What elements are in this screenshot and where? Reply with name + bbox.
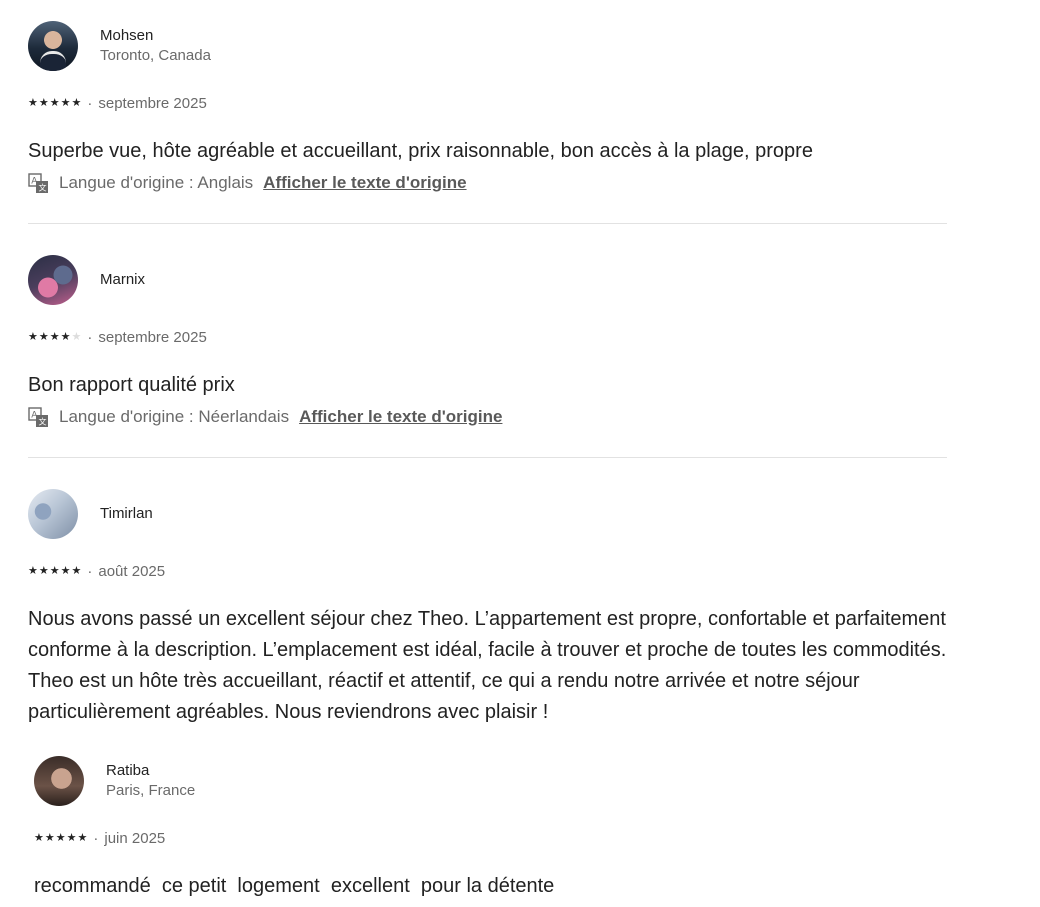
original-language-label: Langue d'origine : Néerlandais: [59, 407, 290, 426]
show-original-link[interactable]: Afficher le texte d'origine: [299, 407, 502, 427]
review-date: septembre 2025: [98, 328, 207, 346]
avatar[interactable]: [28, 489, 78, 539]
star-icon: ★: [60, 564, 71, 577]
separator-dot: ·: [87, 328, 93, 346]
star-icon: ★: [49, 96, 60, 109]
star-icon: ★: [60, 96, 71, 109]
avatar[interactable]: [28, 21, 78, 71]
reviewer-name[interactable]: Mohsen: [100, 26, 211, 46]
translate-icon: A 文: [28, 406, 48, 427]
review-meta: ★ ★ ★ ★ ★ · septembre 2025: [28, 93, 947, 113]
star-icon: ★: [28, 96, 38, 109]
star-icon: ★: [38, 330, 49, 343]
star-icon: ★: [66, 831, 77, 844]
review-text: Nous avons passé un excellent séjour che…: [28, 608, 947, 723]
review-text: Superbe vue, hôte agréable et accueillan…: [28, 140, 813, 162]
star-icon: ★: [44, 831, 55, 844]
rating-stars: ★ ★ ★ ★ ★: [34, 831, 88, 844]
review-date: juin 2025: [104, 829, 166, 847]
svg-text:文: 文: [39, 416, 47, 426]
review-item: Marnix ★ ★ ★ ★ ★ · septembre 2025 Bon rappor…: [28, 254, 947, 429]
star-icon: ★: [34, 831, 44, 844]
star-icon: ★: [77, 831, 88, 844]
review-date: août 2025: [98, 562, 166, 580]
reviewer-info: Ratiba Paris, France: [106, 761, 195, 801]
star-icon: ★: [60, 330, 71, 343]
review-meta: ★ ★ ★ ★ ★ · août 2025: [28, 561, 947, 581]
review-item: Ratiba Paris, France ★ ★ ★ ★ ★ · juin 2025 r…: [34, 755, 953, 902]
star-icon: ★: [38, 564, 49, 577]
divider: [28, 223, 947, 224]
separator-dot: ·: [87, 94, 93, 112]
star-empty-icon: ★: [71, 330, 82, 343]
star-icon: ★: [28, 564, 38, 577]
divider: [28, 457, 947, 458]
avatar[interactable]: [28, 255, 78, 305]
review-date: septembre 2025: [98, 94, 207, 112]
review-item: Mohsen Toronto, Canada ★ ★ ★ ★ ★ · septembre…: [28, 20, 947, 195]
review-text: recommandé ce petit logement excellent p…: [34, 875, 555, 897]
review-meta: ★ ★ ★ ★ ★ · juin 2025: [34, 828, 953, 848]
reviewer-name[interactable]: Marnix: [100, 270, 145, 290]
translation-note: A 文 Langue d'origine : Néerlandais Affic…: [28, 405, 947, 429]
translate-icon: A 文: [28, 172, 48, 193]
star-icon: ★: [28, 330, 38, 343]
star-icon: ★: [55, 831, 66, 844]
reviews-list: Mohsen Toronto, Canada ★ ★ ★ ★ ★ · septembre…: [0, 0, 1040, 907]
rating-stars: ★ ★ ★ ★ ★: [28, 564, 82, 577]
rating-stars: ★ ★ ★ ★ ★: [28, 330, 82, 343]
reviewer-info: Marnix: [100, 270, 145, 290]
reviewer-name[interactable]: Timirlan: [100, 504, 153, 524]
review-item: Timirlan ★ ★ ★ ★ ★ · août 2025 Nous avons pa…: [28, 488, 947, 728]
separator-dot: ·: [93, 829, 99, 847]
star-icon: ★: [49, 330, 60, 343]
review-header: Mohsen Toronto, Canada: [28, 20, 947, 72]
star-icon: ★: [71, 96, 82, 109]
reviewer-name[interactable]: Ratiba: [106, 761, 195, 781]
reviewer-location: Toronto, Canada: [100, 47, 211, 64]
reviewer-info: Mohsen Toronto, Canada: [100, 26, 211, 66]
svg-text:文: 文: [39, 182, 47, 192]
translation-note: A 文 Langue d'origine : Anglais Afficher …: [28, 171, 947, 195]
original-language-label: Langue d'origine : Anglais: [59, 173, 254, 192]
review-header: Ratiba Paris, France: [34, 755, 953, 807]
review-text: Bon rapport qualité prix: [28, 374, 235, 396]
star-icon: ★: [71, 564, 82, 577]
review-header: Timirlan: [28, 488, 947, 540]
review-meta: ★ ★ ★ ★ ★ · septembre 2025: [28, 327, 947, 347]
star-icon: ★: [38, 96, 49, 109]
rating-stars: ★ ★ ★ ★ ★: [28, 96, 82, 109]
review-header: Marnix: [28, 254, 947, 306]
separator-dot: ·: [87, 562, 93, 580]
star-icon: ★: [49, 564, 60, 577]
show-original-link[interactable]: Afficher le texte d'origine: [263, 173, 466, 193]
avatar[interactable]: [34, 756, 84, 806]
reviewer-location: Paris, France: [106, 782, 196, 799]
reviewer-info: Timirlan: [100, 504, 153, 524]
